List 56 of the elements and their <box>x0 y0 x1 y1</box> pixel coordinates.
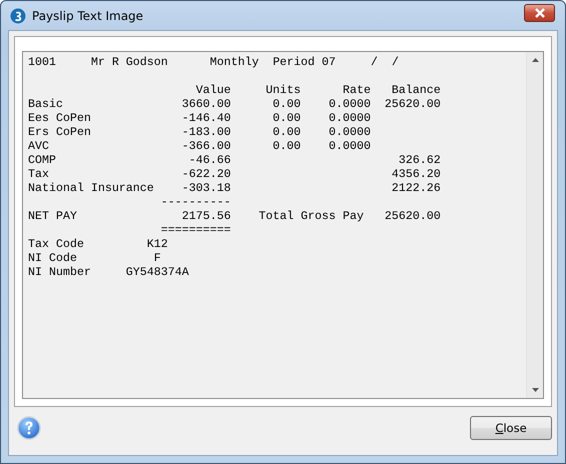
amount: -183.00 <box>180 125 231 139</box>
help-icon[interactable] <box>17 416 41 440</box>
column-header: Rate <box>342 83 371 97</box>
close-button[interactable] <box>524 4 555 22</box>
amount: -46.66 <box>188 153 231 167</box>
amount: -622.20 <box>180 167 231 181</box>
net-pay-amount: 2175.56 <box>180 209 231 223</box>
amount: -146.40 <box>180 111 231 125</box>
separator-line: ========== <box>160 223 231 237</box>
employee-id: 1001 <box>28 55 57 69</box>
separator-line: ---------- <box>160 195 231 209</box>
amount: -303.18 <box>180 181 231 195</box>
row-label: Tax <box>28 167 50 181</box>
row-label: AVC <box>28 139 50 153</box>
row-label: Ees CoPen <box>28 111 92 125</box>
code-label: NI Number <box>28 265 92 279</box>
scrollbar[interactable] <box>526 52 543 398</box>
code-value: GY548374A <box>126 265 189 279</box>
employee-name: Mr R Godson <box>90 55 169 69</box>
amount: 0.00 <box>272 111 301 125</box>
row-label: Ers CoPen <box>28 125 92 139</box>
amount: 4356.20 <box>390 167 441 181</box>
code-value: F <box>152 251 162 265</box>
amount: -366.00 <box>180 139 231 153</box>
scroll-down-icon[interactable] <box>532 388 538 392</box>
row-label: Basic <box>28 97 64 111</box>
amount: 0.00 <box>272 125 301 139</box>
app-logo-icon <box>10 8 26 24</box>
close-icon <box>534 8 546 18</box>
close-button[interactable]: Close <box>470 416 552 440</box>
amount: 0.00 <box>272 97 301 111</box>
code-label: Tax Code <box>28 237 85 251</box>
amount: 2122.26 <box>390 181 441 195</box>
amount: 3660.00 <box>180 97 231 111</box>
amount: 0.0000 <box>328 111 371 125</box>
column-header: Balance <box>390 83 441 97</box>
total-gross-label: Total Gross Pay <box>258 209 365 223</box>
pay-date: / / <box>370 55 399 69</box>
pay-period: Period 07 <box>272 55 337 69</box>
scroll-up-icon[interactable] <box>532 58 538 62</box>
amount: 0.0000 <box>328 139 371 153</box>
column-header: Value <box>194 83 231 97</box>
net-pay-label: NET PAY <box>28 209 78 223</box>
pay-frequency: Monthly <box>210 55 260 69</box>
column-header: Units <box>264 83 301 97</box>
window-title: Payslip Text Image <box>32 8 144 22</box>
amount: 326.62 <box>398 153 441 167</box>
code-value: K12 <box>146 237 169 251</box>
amount: 0.0000 <box>328 97 371 111</box>
row-label: COMP <box>28 153 57 167</box>
total-gross-amount: 25620.00 <box>384 209 441 223</box>
amount: 0.0000 <box>328 125 371 139</box>
code-label: NI Code <box>28 251 78 265</box>
row-label: National Insurance <box>28 181 155 195</box>
amount: 25620.00 <box>384 97 441 111</box>
amount: 0.00 <box>272 139 301 153</box>
